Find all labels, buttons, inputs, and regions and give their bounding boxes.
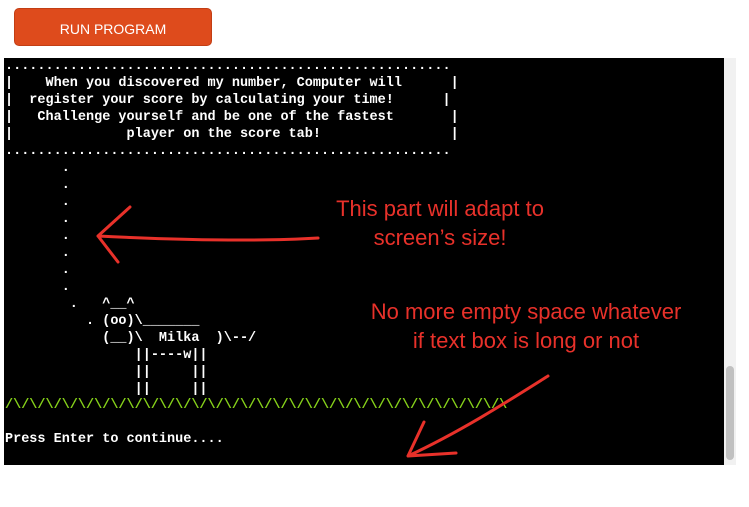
annotation-adapt-note: This part will adapt to screen’s size! xyxy=(310,194,570,252)
annotation-space-note: No more empty space whatever if text box… xyxy=(346,297,706,355)
terminal-prompt: Press Enter to continue.... xyxy=(5,432,224,447)
terminal-output[interactable]: ........................................… xyxy=(4,58,724,465)
annotation-adapt-line-2: screen’s size! xyxy=(373,225,507,250)
annotation-adapt-line-1: This part will adapt to xyxy=(336,196,544,221)
terminal-scrollbar[interactable] xyxy=(724,58,736,465)
scrollbar-thumb[interactable] xyxy=(726,366,734,460)
run-program-button[interactable]: RUN PROGRAM xyxy=(14,8,212,46)
terminal-grass-line: /\/\/\/\/\/\/\/\/\/\/\/\/\/\/\/\/\/\/\/\… xyxy=(5,398,508,413)
annotation-space-line-2: if text box is long or not xyxy=(412,328,640,353)
annotation-space-line-1: No more empty space whatever xyxy=(370,299,682,324)
